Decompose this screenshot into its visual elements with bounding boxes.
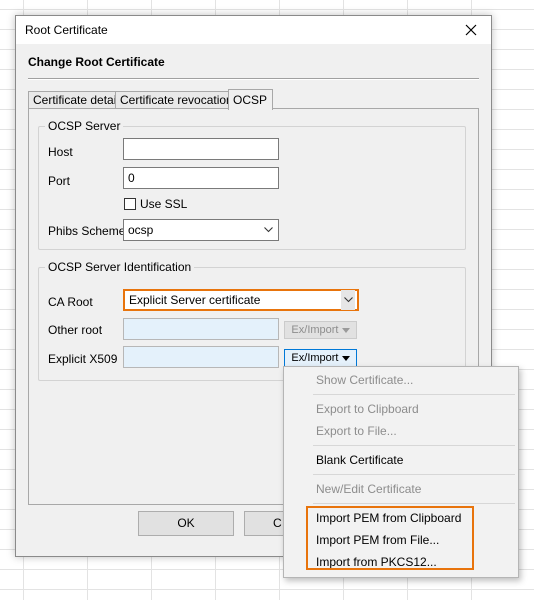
ex-import-context-menu: Show Certificate... Export to Clipboard …: [283, 366, 519, 578]
explicit-x509-field: [123, 346, 279, 368]
menu-item-show-certificate: Show Certificate...: [316, 373, 414, 387]
ocsp-server-group: OCSP Server Host Port 0 Use SSL Phibs Sc…: [38, 119, 466, 250]
explicit-x509-ex-import-label: Ex/Import: [291, 352, 339, 364]
window-title: Root Certificate: [25, 23, 108, 37]
close-icon: [465, 24, 477, 36]
explicit-x509-label: Explicit X509: [48, 352, 118, 366]
menu-item-new-edit-certificate: New/Edit Certificate: [316, 482, 422, 496]
menu-item-export-file: Export to File...: [316, 424, 397, 438]
tab-certificate-revocation[interactable]: Certificate revocation: [115, 91, 233, 109]
use-ssl-checkbox[interactable]: [124, 198, 136, 210]
menu-separator: [313, 474, 515, 475]
host-label: Host: [48, 145, 73, 159]
chevron-down-icon: [341, 290, 355, 310]
dropdown-arrow-icon: [341, 327, 350, 333]
menu-separator: [313, 394, 515, 395]
header-divider: [28, 78, 479, 80]
use-ssl-label: Use SSL: [140, 197, 188, 211]
ok-button[interactable]: OK: [138, 511, 234, 536]
menu-item-import-pem-file[interactable]: Import PEM from File...: [287, 529, 515, 551]
scheme-label: Phibs Scheme: [48, 224, 126, 238]
menu-item-export-clipboard: Export to Clipboard: [316, 402, 419, 416]
host-input[interactable]: [123, 138, 279, 160]
ocsp-identification-group: OCSP Server Identification CA Root Expli…: [38, 260, 466, 381]
chevron-down-icon: [262, 220, 274, 240]
other-root-ex-import-button: Ex/Import: [284, 321, 357, 339]
port-input[interactable]: 0: [123, 167, 279, 189]
menu-item-import-pem-clipboard[interactable]: Import PEM from Clipboard: [287, 507, 515, 529]
other-root-label: Other root: [48, 323, 103, 337]
title-bar: Root Certificate: [16, 16, 491, 44]
ca-root-select[interactable]: Explicit Server certificate: [123, 289, 359, 311]
dropdown-arrow-icon: [341, 355, 350, 361]
other-root-field: [123, 318, 279, 340]
scheme-select-value: ocsp: [128, 223, 154, 237]
ca-root-label: CA Root: [48, 295, 93, 309]
ocsp-server-group-title: OCSP Server: [45, 119, 124, 133]
other-root-ex-import-label: Ex/Import: [291, 324, 339, 336]
menu-item-blank-certificate[interactable]: Blank Certificate: [287, 449, 515, 471]
menu-item-import-pkcs12[interactable]: Import from PKCS12...: [287, 551, 515, 573]
tab-certificate-details[interactable]: Certificate details: [28, 91, 125, 109]
port-label: Port: [48, 174, 71, 188]
page-title: Change Root Certificate: [28, 55, 165, 69]
tab-ocsp[interactable]: OCSP: [228, 89, 273, 110]
ca-root-select-value: Explicit Server certificate: [129, 293, 261, 307]
close-button[interactable]: [451, 16, 491, 44]
menu-separator: [313, 445, 515, 446]
identification-group-title: OCSP Server Identification: [45, 260, 195, 274]
menu-separator: [313, 503, 515, 504]
explicit-x509-ex-import-button[interactable]: Ex/Import: [284, 349, 357, 367]
scheme-select[interactable]: ocsp: [123, 219, 279, 241]
